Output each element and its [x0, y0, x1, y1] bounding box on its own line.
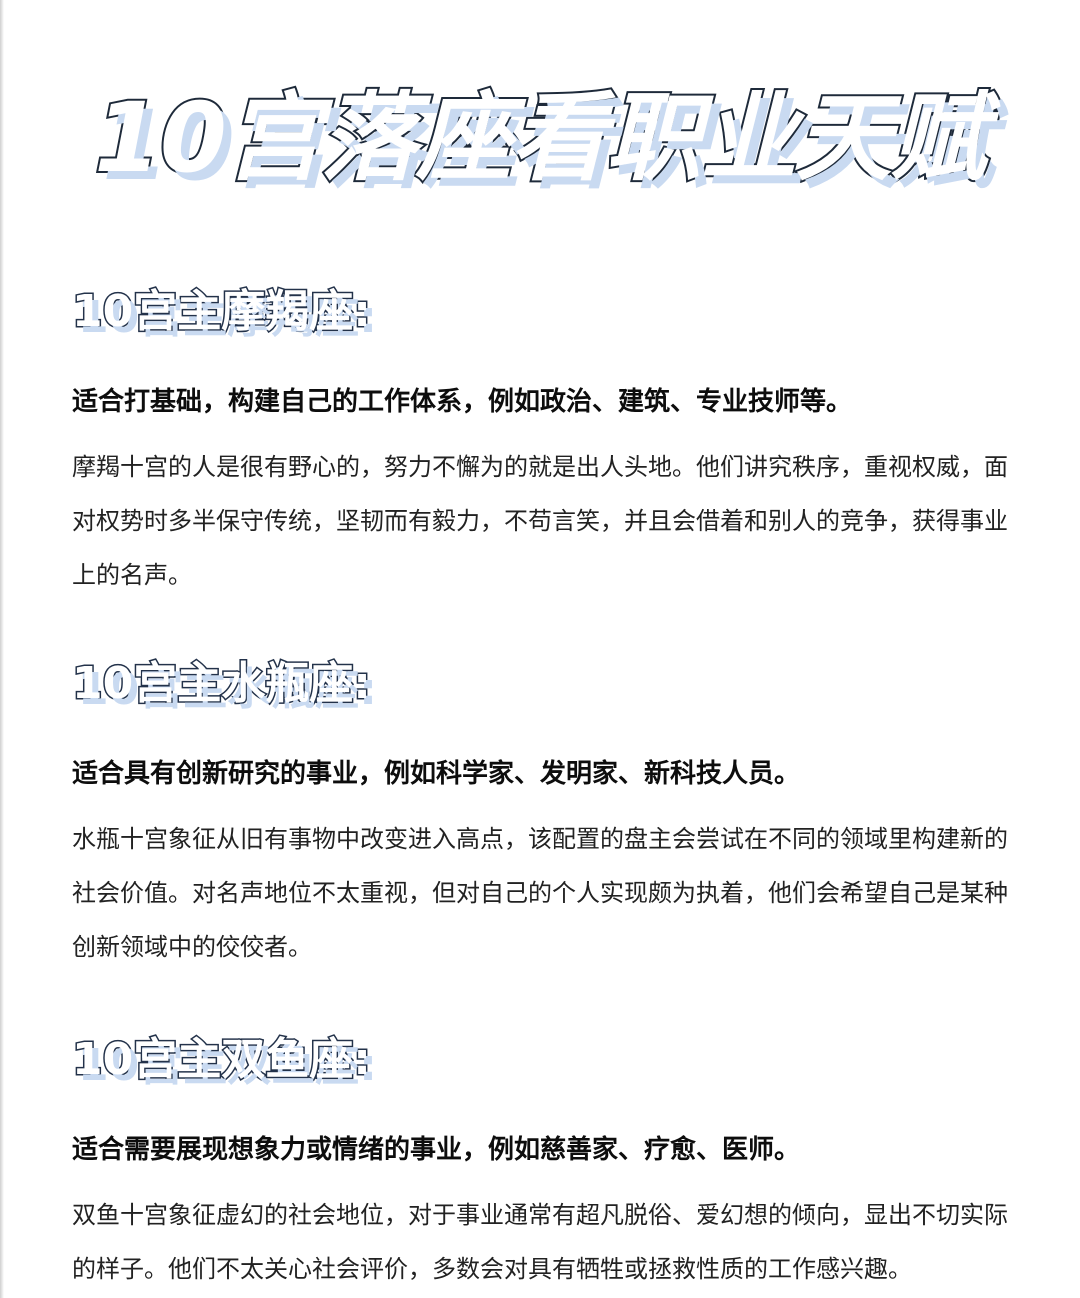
section-heading: 10宫主水瓶座: [71, 657, 373, 711]
section-body: 摩羯十宫的人是很有野心的，努力不懈为的就是出人头地。他们讲究秩序，重视权威，面对… [72, 453, 1008, 589]
section-body: 双鱼十宫象征虚幻的社会地位，对于事业通常有超凡脱俗、爱幻想的倾向，显出不切实际的… [72, 1201, 1008, 1283]
section-summary: 适合需要展现想象力或情绪的事业，例如慈善家、疗愈、医师。 [72, 1135, 801, 1165]
section-capricorn: 10宫主摩羯座: 适合打基础，构建自己的工作体系，例如政治、建筑、专业技师等。 … [71, 282, 1032, 602]
section-heading: 10宫主摩羯座: [71, 285, 373, 339]
section-summary: 适合具有创新研究的事业，例如科学家、发明家、新科技人员。 [72, 759, 801, 789]
section-pisces: 10宫主双鱼座: 适合需要展现想象力或情绪的事业，例如慈善家、疗愈、医师。 双鱼… [71, 1030, 1032, 1296]
section-heading: 10宫主双鱼座: [71, 1033, 373, 1087]
section-summary: 适合打基础，构建自己的工作体系，例如政治、建筑、专业技师等。 [72, 387, 853, 417]
section-aquarius: 10宫主水瓶座: 适合具有创新研究的事业，例如科学家、发明家、新科技人员。 水瓶… [71, 654, 1032, 974]
page-title: 10宫落座看职业天赋 [92, 80, 989, 196]
section-body: 水瓶十宫象征从旧有事物中改变进入高点，该配置的盘主会尝试在不同的领域里构建新的社… [72, 825, 1008, 961]
